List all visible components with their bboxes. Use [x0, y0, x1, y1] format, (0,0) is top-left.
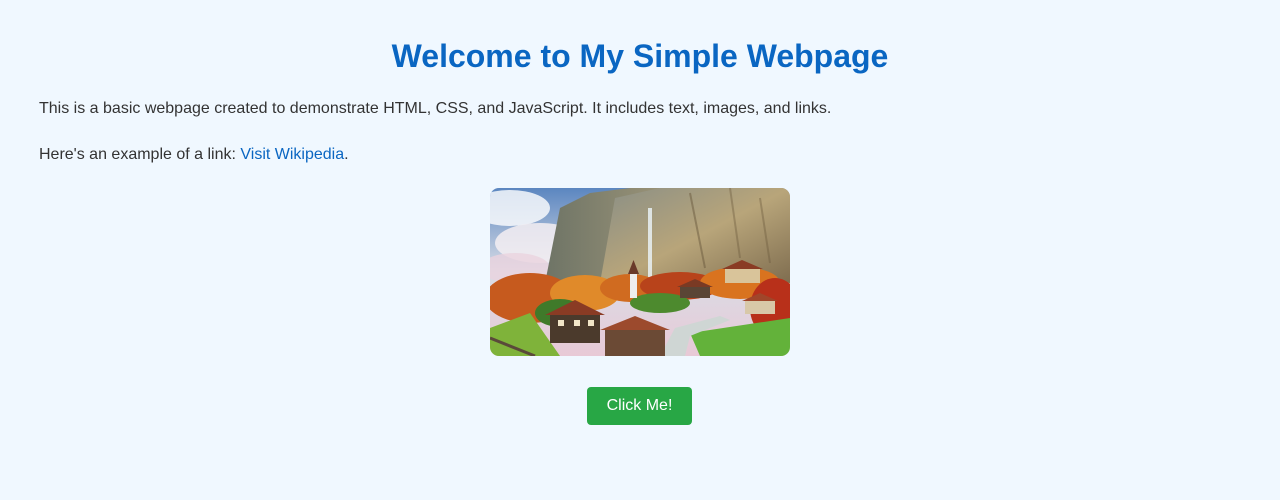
hero-image	[490, 188, 790, 356]
link-prefix-text: Here's an example of a link:	[39, 146, 241, 163]
link-paragraph: Here's an example of a link: Visit Wikip…	[39, 145, 349, 165]
wikipedia-link[interactable]: Visit Wikipedia	[240, 146, 344, 163]
link-suffix-text: .	[344, 146, 349, 163]
page-title: Welcome to My Simple Webpage	[391, 38, 889, 74]
page-body: Welcome to My Simple Webpage This is a b…	[0, 0, 1280, 500]
intro-paragraph: This is a basic webpage created to demon…	[39, 100, 832, 117]
click-me-button[interactable]: Click Me!	[587, 387, 692, 425]
